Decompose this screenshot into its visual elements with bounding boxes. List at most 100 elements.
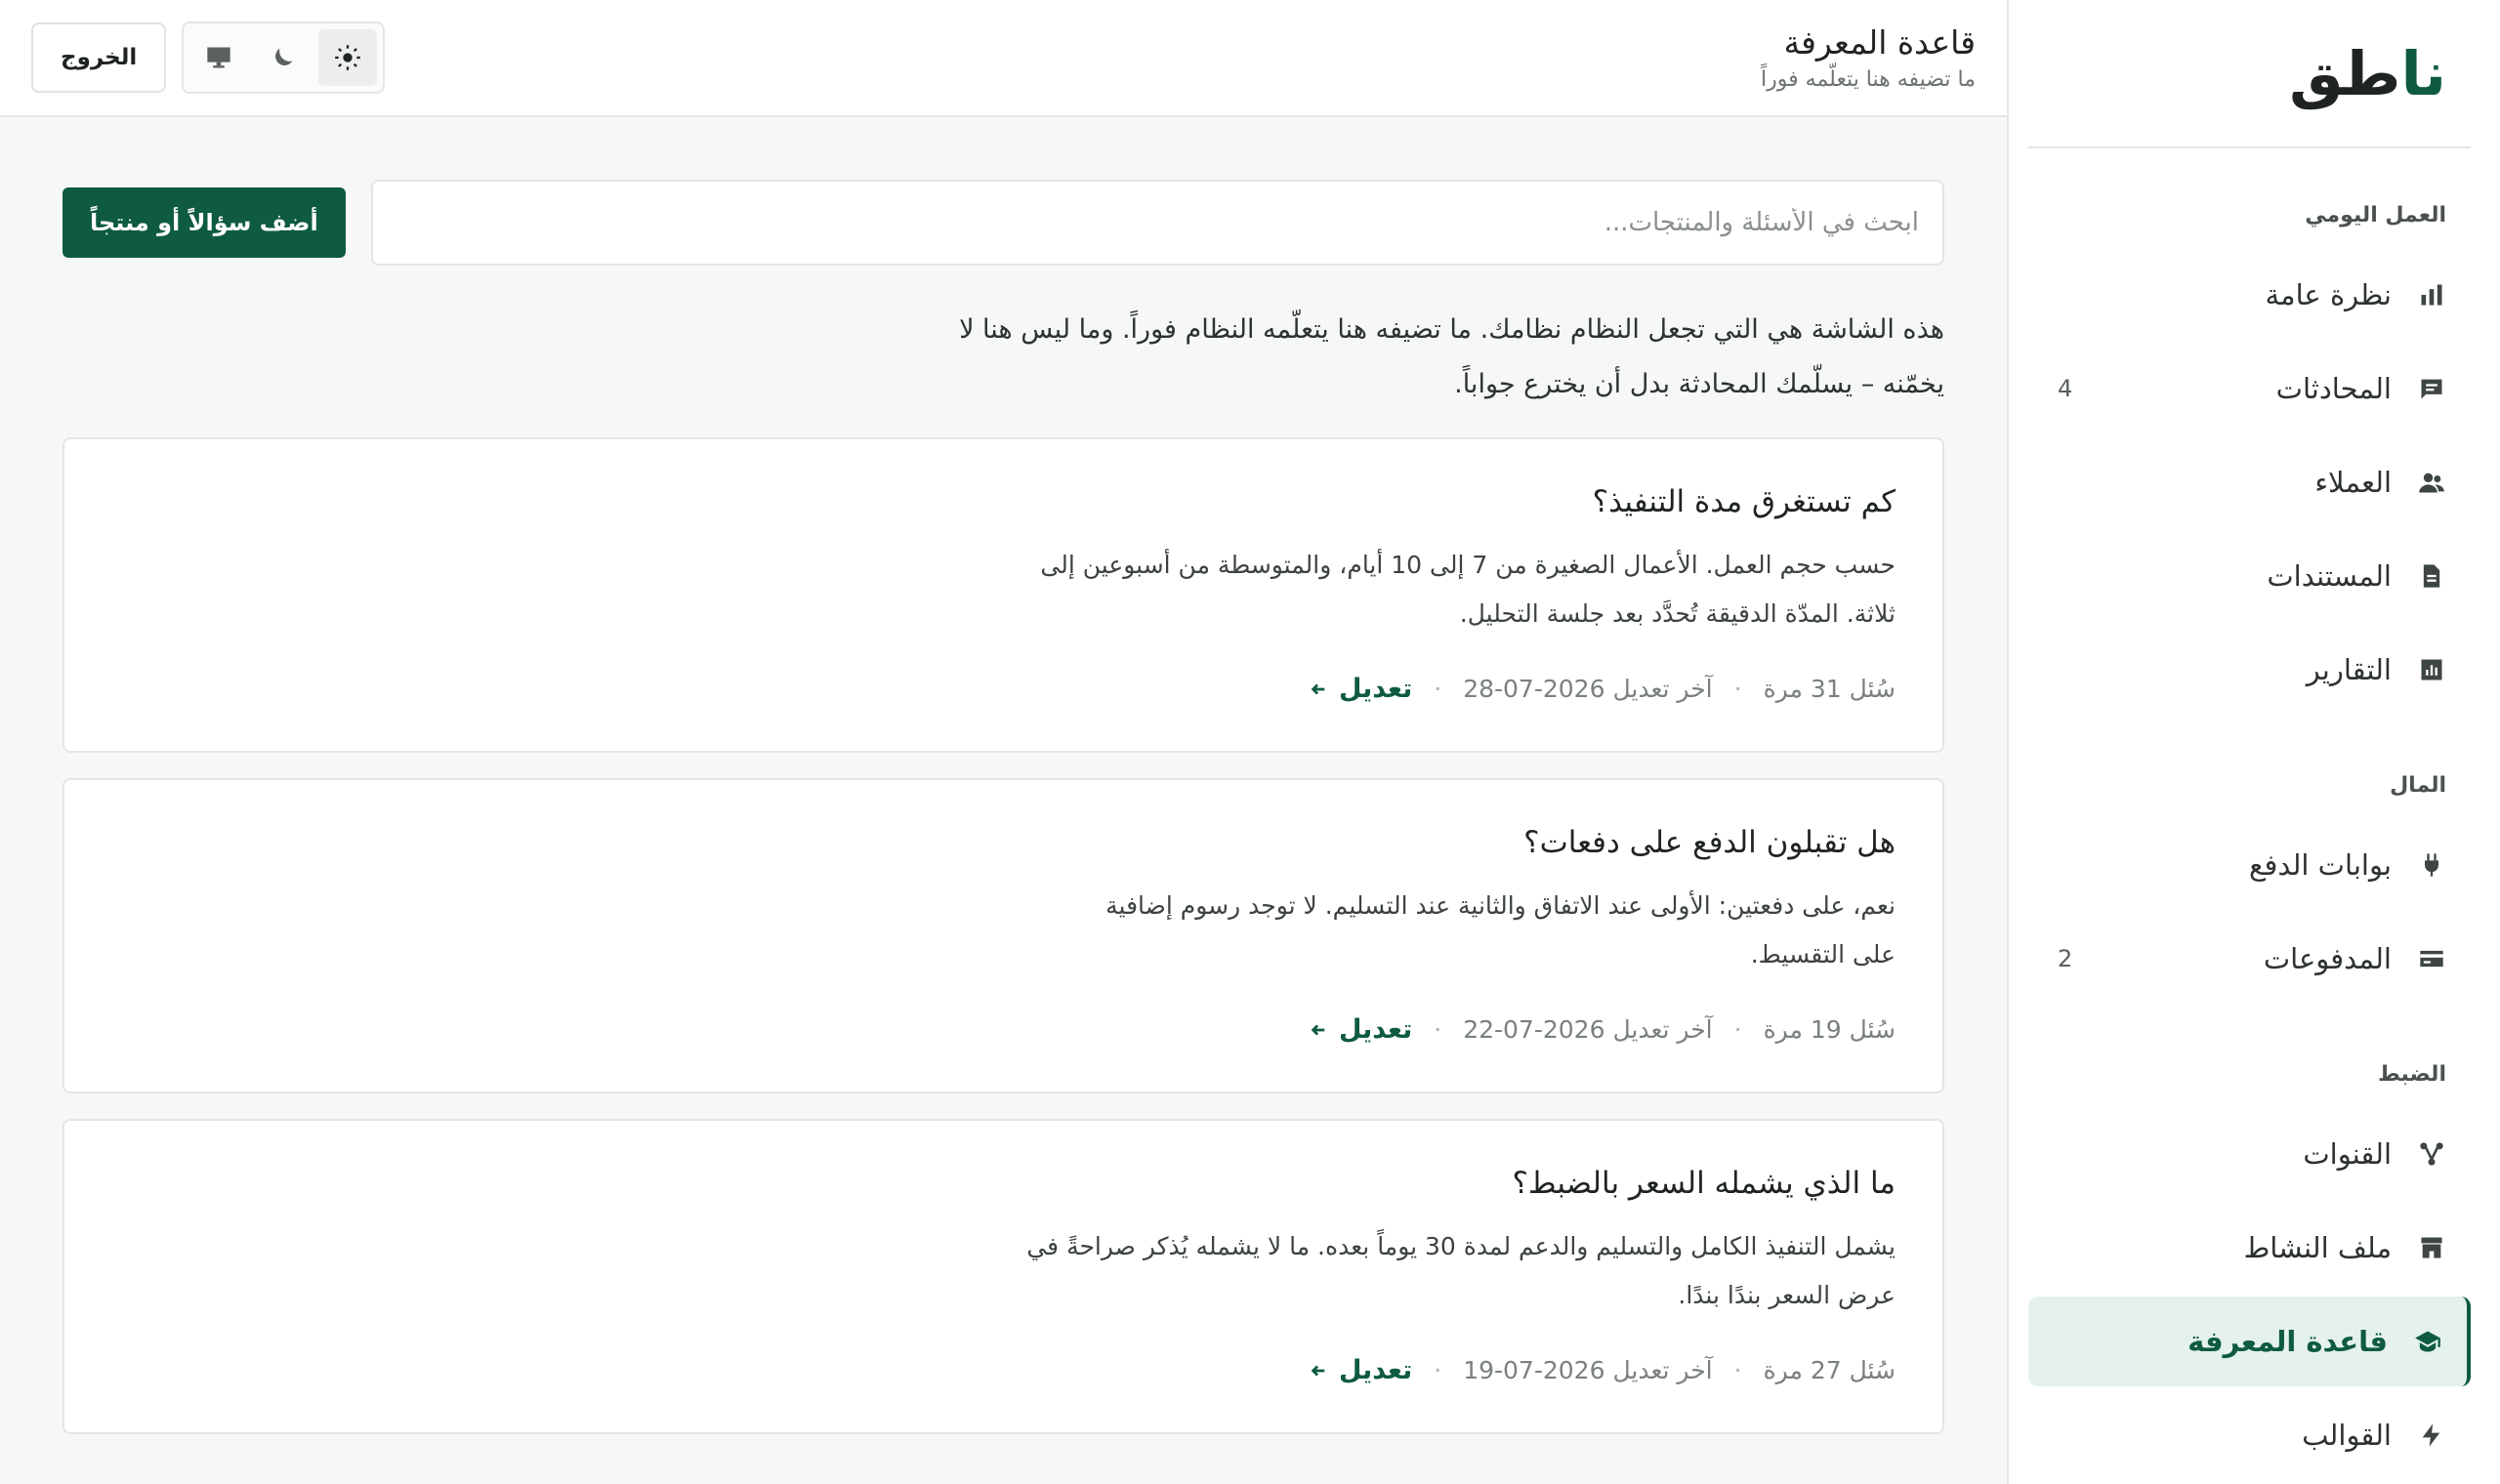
separator-dot: · bbox=[1733, 675, 1742, 703]
sidebar-item-label: المحادثات bbox=[2275, 372, 2392, 405]
asked-count: سُئل 19 مرة bbox=[1763, 1015, 1896, 1044]
add-question-button[interactable]: أضف سؤالاً أو منتجاً bbox=[62, 187, 346, 258]
last-edited: آخر تعديل 2026-07-19 bbox=[1463, 1356, 1713, 1384]
last-edited: آخر تعديل 2026-07-22 bbox=[1463, 1015, 1713, 1044]
plug-icon bbox=[2417, 850, 2446, 880]
sidebar-item-label: العملاء bbox=[2314, 466, 2392, 499]
separator-dot: · bbox=[1733, 1356, 1742, 1384]
brand-logo[interactable]: نا طق bbox=[2028, 0, 2471, 148]
edit-link[interactable]: تعديل bbox=[1310, 1355, 1412, 1385]
edit-label: تعديل bbox=[1339, 674, 1413, 704]
theme-toggle bbox=[182, 21, 386, 94]
content: أضف سؤالاً أو منتجاً هذه الشاشة هي التي … bbox=[0, 117, 2007, 1434]
moon-icon bbox=[275, 48, 293, 65]
faq-answer: يشمل التنفيذ الكامل والتسليم والدعم لمدة… bbox=[919, 1222, 1896, 1320]
sidebar-item-business-profile[interactable]: ملف النشاط bbox=[2028, 1203, 2471, 1293]
sidebar-item-channels[interactable]: القنوات bbox=[2028, 1109, 2471, 1199]
edit-link[interactable]: تعديل bbox=[1310, 674, 1412, 704]
search-input[interactable] bbox=[370, 180, 1944, 266]
edit-label: تعديل bbox=[1339, 1355, 1413, 1385]
intro-line: يخمّنه – يسلّمك المحادثة بدل أن يخترع جو… bbox=[1454, 369, 1944, 399]
faq-answer-line: حسب حجم العمل. الأعمال الصغيرة من 7 إلى … bbox=[1040, 551, 1896, 579]
users-icon bbox=[2417, 468, 2446, 497]
faq-answer: حسب حجم العمل. الأعمال الصغيرة من 7 إلى … bbox=[919, 541, 1896, 639]
sidebar-section-settings: الضبط bbox=[2377, 1062, 2446, 1087]
monitor-icon bbox=[207, 47, 230, 68]
faq-answer-line: عرض السعر بندًا بندًا. bbox=[1678, 1281, 1896, 1309]
arrow-left-icon bbox=[1311, 683, 1325, 694]
arrow-left-icon bbox=[1311, 1024, 1325, 1035]
sidebar-section-money: المال bbox=[2390, 773, 2446, 798]
faq-question: هل تقبلون الدفع على دفعات؟ bbox=[1523, 825, 1896, 860]
card-icon bbox=[2417, 944, 2446, 973]
sidebar-item-overview[interactable]: نظرة عامة bbox=[2028, 250, 2471, 340]
faq-meta: سُئل 27 مرة · آخر تعديل 2026-07-19 · تعد… bbox=[111, 1355, 1896, 1385]
page-subtitle: ما تضيفه هنا يتعلّمه فوراً bbox=[1761, 67, 1976, 92]
sidebar-item-label: ملف النشاط bbox=[2243, 1231, 2392, 1264]
faq-answer-line: ثلاثة. المدّة الدقيقة تُحدَّد بعد جلسة ا… bbox=[1459, 599, 1896, 628]
faq-answer-line: على التقسيط. bbox=[1750, 940, 1896, 969]
sun-icon bbox=[335, 45, 361, 70]
intro-line: هذه الشاشة هي التي تجعل النظام نظامك. ما… bbox=[959, 314, 1944, 345]
chat-icon bbox=[2417, 374, 2446, 403]
sidebar-item-payments[interactable]: المدفوعات 2 bbox=[2028, 914, 2471, 1004]
page-title: قاعدة المعرفة bbox=[1783, 23, 1976, 62]
faq-card: هل تقبلون الدفع على دفعات؟ نعم، على دفعت… bbox=[62, 778, 1944, 1093]
channels-icon bbox=[2417, 1139, 2446, 1169]
edit-label: تعديل bbox=[1339, 1014, 1413, 1045]
sidebar-item-label: القنوات bbox=[2303, 1137, 2392, 1171]
graduation-cap-icon bbox=[2413, 1327, 2442, 1356]
separator-dot: · bbox=[1434, 1015, 1442, 1044]
theme-light-button[interactable] bbox=[318, 29, 378, 86]
report-icon bbox=[2417, 655, 2446, 684]
last-edited: آخر تعديل 2026-07-28 bbox=[1463, 675, 1713, 703]
conversations-count-badge: 4 bbox=[2058, 375, 2073, 402]
faq-answer: نعم، على دفعتين: الأولى عند الاتفاق والث… bbox=[919, 882, 1896, 979]
separator-dot: · bbox=[1733, 1015, 1742, 1044]
document-icon bbox=[2417, 561, 2446, 591]
sidebar-item-payment-gateways[interactable]: بوابات الدفع bbox=[2028, 820, 2471, 910]
arrow-left-icon bbox=[1311, 1365, 1325, 1376]
sidebar-item-reports[interactable]: التقارير bbox=[2028, 625, 2471, 715]
sidebar-item-label: القوالب bbox=[2302, 1419, 2392, 1452]
bar-chart-icon bbox=[2417, 280, 2446, 309]
separator-dot: · bbox=[1434, 1356, 1442, 1384]
brand-name-rest: طق bbox=[2289, 37, 2401, 109]
faq-meta: سُئل 19 مرة · آخر تعديل 2026-07-22 · تعد… bbox=[111, 1014, 1896, 1045]
sidebar-item-documents[interactable]: المستندات bbox=[2028, 531, 2471, 621]
theme-dark-button[interactable] bbox=[254, 29, 312, 86]
sidebar-item-conversations[interactable]: المحادثات 4 bbox=[2028, 344, 2471, 433]
faq-question: كم تستغرق مدة التنفيذ؟ bbox=[1592, 484, 1896, 519]
faq-answer-line: يشمل التنفيذ الكامل والتسليم والدعم لمدة… bbox=[1026, 1232, 1896, 1260]
logout-button[interactable]: الخروج bbox=[31, 22, 167, 93]
faq-card: كم تستغرق مدة التنفيذ؟ حسب حجم العمل. ال… bbox=[62, 437, 1944, 753]
sidebar-item-templates[interactable]: القوالب bbox=[2028, 1390, 2471, 1480]
sidebar-item-customers[interactable]: العملاء bbox=[2028, 437, 2471, 527]
sidebar-item-label: قاعدة المعرفة bbox=[2188, 1325, 2388, 1358]
sidebar-section-daily: العمل اليومي bbox=[2305, 203, 2446, 227]
asked-count: سُئل 27 مرة bbox=[1763, 1356, 1896, 1384]
search-row: أضف سؤالاً أو منتجاً bbox=[62, 180, 1944, 266]
sidebar: نا طق العمل اليومي نظرة عامة المحادثات 4 … bbox=[2007, 0, 2500, 1484]
faq-card: ما الذي يشمله السعر بالضبط؟ يشمل التنفيذ… bbox=[62, 1119, 1944, 1434]
top-bar: قاعدة المعرفة ما تضيفه هنا يتعلّمه فوراً… bbox=[0, 0, 2007, 117]
faq-question: ما الذي يشمله السعر بالضبط؟ bbox=[1512, 1166, 1896, 1201]
sidebar-item-knowledge-base[interactable]: قاعدة المعرفة bbox=[2028, 1297, 2471, 1386]
sidebar-item-label: بوابات الدفع bbox=[2249, 848, 2392, 882]
sidebar-item-label: المستندات bbox=[2267, 559, 2392, 593]
page-header: قاعدة المعرفة ما تضيفه هنا يتعلّمه فوراً bbox=[1761, 23, 1976, 92]
sidebar-item-label: المدفوعات bbox=[2263, 942, 2392, 975]
main-area: قاعدة المعرفة ما تضيفه هنا يتعلّمه فوراً… bbox=[0, 0, 2007, 1484]
sidebar-item-label: نظرة عامة bbox=[2265, 278, 2393, 311]
edit-link[interactable]: تعديل bbox=[1310, 1014, 1412, 1045]
store-icon bbox=[2417, 1233, 2446, 1262]
brand-name-accent: نا bbox=[2400, 37, 2446, 109]
asked-count: سُئل 31 مرة bbox=[1763, 675, 1896, 703]
bolt-icon bbox=[2417, 1421, 2446, 1450]
top-actions: الخروج bbox=[31, 21, 386, 94]
theme-system-button[interactable] bbox=[189, 29, 248, 86]
intro-text: هذه الشاشة هي التي تجعل النظام نظامك. ما… bbox=[851, 303, 1944, 412]
sidebar-item-label: التقارير bbox=[2306, 653, 2392, 686]
faq-answer-line: نعم، على دفعتين: الأولى عند الاتفاق والث… bbox=[1105, 891, 1896, 920]
payments-count-badge: 2 bbox=[2058, 945, 2073, 972]
